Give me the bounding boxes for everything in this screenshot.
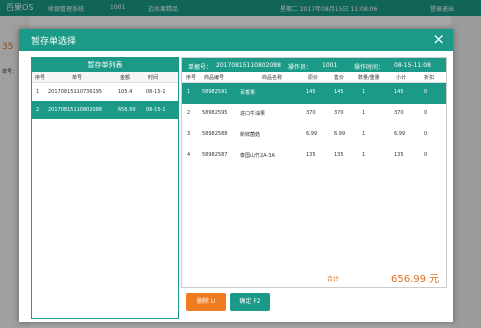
detail-row[interactable]: 3 58982588 新鲜菌菇 6.99 6.99 1 6.99 0 xyxy=(182,125,446,146)
cell-name: 新鲜菌菇 xyxy=(240,132,261,138)
delete-button[interactable]: 删除 U xyxy=(186,293,226,311)
hold-order-list: 暂存单列表 序号 单号 金额 时间 1 20170815110736195 10… xyxy=(31,57,179,319)
row-order: 20170815110736195 xyxy=(48,89,103,95)
order-info-bar: 单据号： 20170815110802088 操作员： 1001 操作时间： 0… xyxy=(182,58,446,72)
order-detail-panel: 单据号： 20170815110802088 操作员： 1001 操作时间： 0… xyxy=(181,57,447,288)
total-value: 656.99 xyxy=(391,274,426,285)
op-time-label: 操作时间： xyxy=(354,64,385,71)
op-time: 08-15-11:08 xyxy=(394,62,431,69)
total-label: 合计 xyxy=(327,276,340,283)
cell-subtotal: 135 xyxy=(394,152,404,158)
hold-order-row[interactable]: 1 20170815110736195 105.4 08-15-1 xyxy=(32,83,178,101)
cell-no: 3 xyxy=(187,131,191,137)
hold-order-dialog: 暂存单选择 × 暂存单列表 序号 单号 金额 时间 1 201708151107… xyxy=(19,29,453,322)
cell-qty: 1 xyxy=(362,131,366,137)
cell-orig-price: 135 xyxy=(306,152,316,158)
cell-subtotal: 6.99 xyxy=(394,131,406,137)
cell-name: 泰国山竹2A-3A xyxy=(240,153,275,159)
cell-orig-price: 6.99 xyxy=(306,131,318,137)
col-no: 序号 xyxy=(186,75,197,81)
col-time: 时间 xyxy=(148,75,159,81)
hold-order-row-selected[interactable]: 2 20170815110802088 656.99 08-15-1 xyxy=(32,101,178,119)
cell-no: 2 xyxy=(187,110,191,116)
col-order: 单号 xyxy=(72,75,83,81)
currency-label: 元 xyxy=(429,274,440,285)
cell-subtotal: 145 xyxy=(394,89,404,95)
cell-orig-price: 145 xyxy=(306,89,316,95)
hold-order-list-header: 序号 单号 金额 时间 xyxy=(32,72,178,83)
detail-row-selected[interactable]: 1 58982591 百香果 145 145 1 145 0 xyxy=(182,83,446,104)
row-amount: 656.99 xyxy=(118,107,136,113)
cell-code: 58982595 xyxy=(202,110,228,116)
cell-subtotal: 370 xyxy=(394,110,404,116)
cell-qty: 1 xyxy=(362,152,366,158)
cell-orig-price: 370 xyxy=(306,110,316,116)
cell-code: 58982591 xyxy=(202,89,228,95)
cell-name: 百香果 xyxy=(240,90,256,96)
row-time: 08-15-1 xyxy=(146,107,166,113)
cell-price: 145 xyxy=(334,89,344,95)
confirm-button[interactable]: 确定 F2 xyxy=(230,293,270,311)
operator: 1001 xyxy=(322,62,338,69)
cell-discount: 0 xyxy=(424,131,428,137)
detail-table-header: 序号 商品编号 商品名称 原价 售价 数量/重量 小计 折扣 xyxy=(182,72,446,83)
col-price: 售价 xyxy=(334,75,345,81)
cell-no: 1 xyxy=(187,89,191,95)
cell-qty: 1 xyxy=(362,110,366,116)
cell-price: 135 xyxy=(334,152,344,158)
cell-price: 370 xyxy=(334,110,344,116)
total-amount: 656.99 元 xyxy=(391,270,439,285)
col-qty: 数量/重量 xyxy=(358,75,380,81)
dialog-title: 暂存单选择 xyxy=(31,37,77,47)
col-no: 序号 xyxy=(35,75,46,81)
cell-code: 58982588 xyxy=(202,131,228,137)
col-discount: 折扣 xyxy=(424,75,435,81)
operator-label: 操作员： xyxy=(288,64,313,71)
col-orig-price: 原价 xyxy=(308,75,319,81)
cell-qty: 1 xyxy=(362,89,366,95)
col-subtotal: 小计 xyxy=(396,75,407,81)
row-amount: 105.4 xyxy=(118,89,133,95)
cell-name: 进口牛油果 xyxy=(240,111,266,117)
detail-row[interactable]: 4 58982587 泰国山竹2A-3A 135 135 1 135 0 xyxy=(182,146,446,167)
cell-discount: 0 xyxy=(424,110,428,116)
col-amount: 金额 xyxy=(120,75,131,81)
detail-row[interactable]: 2 58982595 进口牛油果 370 370 1 370 0 xyxy=(182,104,446,125)
row-order: 20170815110802088 xyxy=(48,107,103,113)
hold-order-list-title: 暂存单列表 xyxy=(32,58,178,72)
cell-discount: 0 xyxy=(424,152,428,158)
col-name: 商品名称 xyxy=(262,75,283,81)
order-no: 20170815110802088 xyxy=(216,62,281,69)
cell-code: 58982587 xyxy=(202,152,228,158)
row-no: 1 xyxy=(36,89,40,95)
cell-no: 4 xyxy=(187,152,191,158)
dialog-header: 暂存单选择 × xyxy=(19,29,453,51)
cell-discount: 0 xyxy=(424,89,428,95)
order-no-label: 单据号： xyxy=(188,64,213,71)
row-time: 08-15-1 xyxy=(146,89,166,95)
close-icon[interactable]: × xyxy=(432,30,445,48)
col-code: 商品编号 xyxy=(204,75,225,81)
cell-price: 6.99 xyxy=(334,131,346,137)
row-no: 2 xyxy=(36,107,40,113)
